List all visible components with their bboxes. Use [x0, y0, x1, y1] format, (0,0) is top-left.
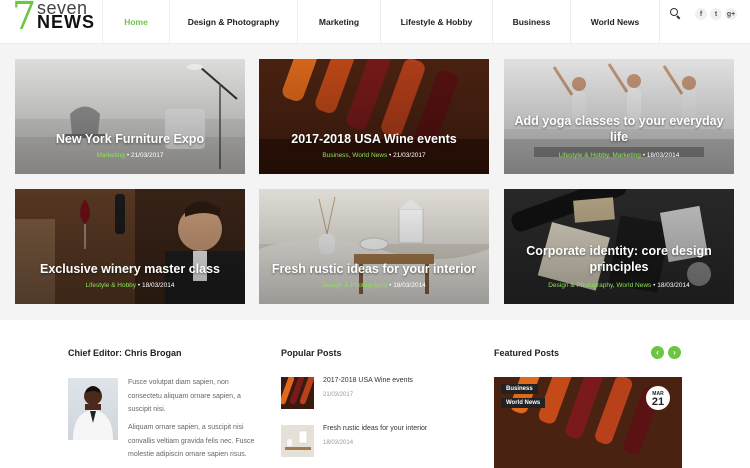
popular-post-title[interactable]: Fresh rustic ideas for your interior: [323, 425, 427, 432]
post-date: 18/03/2014: [393, 282, 426, 289]
featured-date-day: 21: [651, 396, 665, 408]
editor-widget-title: Chief Editor: Chris Brogan: [68, 348, 182, 358]
editor-avatar: [68, 378, 118, 440]
featured-badge-world-news[interactable]: World News: [501, 398, 546, 408]
facebook-icon[interactable]: f: [695, 8, 707, 20]
nav-divider: [659, 0, 660, 44]
featured-date-badge: MAR 21: [646, 386, 670, 410]
main-nav: Home Design & Photography Marketing Life…: [102, 0, 659, 44]
featured-prev-button[interactable]: ‹: [651, 346, 664, 359]
post-title[interactable]: Exclusive winery master class: [23, 261, 237, 277]
post-meta: Lifestyle & Hobby, Marketing • 18/03/201…: [504, 152, 734, 159]
post-date: 18/03/2014: [646, 152, 680, 159]
post-card-corporate-identity[interactable]: Corporate identity: core design principl…: [504, 189, 734, 304]
post-title[interactable]: Corporate identity: core design principl…: [512, 243, 726, 275]
header-icons: f t g+: [670, 7, 740, 21]
featured-next-button[interactable]: ›: [668, 346, 681, 359]
post-category[interactable]: Marketing: [97, 152, 126, 159]
featured-badge-business[interactable]: Business: [501, 384, 538, 394]
post-category[interactable]: Design & Photography: [322, 282, 387, 289]
post-title[interactable]: 2017-2018 USA Wine events: [267, 131, 481, 147]
popular-widget-title: Popular Posts: [281, 348, 342, 358]
nav-design-photography[interactable]: Design & Photography: [169, 0, 297, 44]
nav-home[interactable]: Home: [102, 0, 169, 44]
post-category[interactable]: Lifestyle & Hobby: [85, 282, 136, 289]
twitter-icon[interactable]: t: [710, 8, 722, 20]
post-date: 18/03/2014: [657, 282, 690, 289]
post-grid: New York Furniture Expo Marketing • 21/0…: [0, 44, 750, 320]
googleplus-icon[interactable]: g+: [725, 8, 737, 20]
editor-bio-2: Aliquam ornare sapien, a suscipit nisi c…: [128, 424, 255, 458]
featured-post-slide[interactable]: Business World News MAR 21: [494, 377, 682, 468]
post-card-furniture-expo[interactable]: New York Furniture Expo Marketing • 21/0…: [15, 59, 245, 174]
nav-business[interactable]: Business: [492, 0, 570, 44]
post-card-rustic-interior[interactable]: Fresh rustic ideas for your interior Des…: [259, 189, 489, 304]
nav-lifestyle-hobby[interactable]: Lifestyle & Hobby: [380, 0, 492, 44]
post-category[interactable]: Lifestyle & Hobby, Marketing: [559, 152, 641, 159]
post-meta: Design & Photography, World News • 18/03…: [504, 282, 734, 289]
post-meta: Marketing • 21/03/2017: [15, 152, 245, 159]
logo-word-news: NEWS: [37, 12, 95, 32]
post-meta: Design & Photography • 18/03/2014: [259, 282, 489, 289]
post-card-yoga-classes[interactable]: Add yoga classes to your everyday life L…: [504, 59, 734, 174]
post-title[interactable]: Add yoga classes to your everyday life: [512, 113, 726, 145]
featured-widget-title: Featured Posts: [494, 348, 560, 358]
post-title[interactable]: New York Furniture Expo: [23, 131, 237, 147]
post-date: 21/03/2017: [393, 152, 426, 159]
popular-post-date: 18/03/2014: [323, 440, 354, 446]
site-logo[interactable]: 7 seven NEWS: [12, 0, 102, 40]
popular-thumb-wine[interactable]: [281, 377, 314, 409]
search-icon[interactable]: [670, 8, 682, 20]
popular-thumb-interior[interactable]: [281, 425, 314, 457]
logo-number: 7: [12, 0, 37, 38]
post-meta: Lifestyle & Hobby • 18/03/2014: [15, 282, 245, 289]
site-header: 7 seven NEWS Home Design & Photography M…: [0, 0, 750, 44]
popular-post-date: 21/03/2017: [323, 392, 354, 398]
post-date: 18/03/2014: [141, 282, 175, 289]
post-card-wine-events[interactable]: 2017-2018 USA Wine events Business, Worl…: [259, 59, 489, 174]
post-card-winery-master-class[interactable]: Exclusive winery master class Lifestyle …: [15, 189, 245, 304]
editor-bio-1: Fusce volutpat diam sapien, non consecte…: [128, 379, 241, 413]
nav-marketing[interactable]: Marketing: [297, 0, 380, 44]
popular-post-title[interactable]: 2017-2018 USA Wine events: [323, 377, 413, 384]
post-category[interactable]: Business, World News: [322, 152, 387, 159]
nav-world-news[interactable]: World News: [570, 0, 659, 44]
post-category[interactable]: Design & Photography, World News: [548, 282, 651, 289]
post-date: 21/03/2017: [130, 152, 164, 159]
post-title[interactable]: Fresh rustic ideas for your interior: [267, 261, 481, 277]
post-meta: Business, World News • 21/03/2017: [259, 152, 489, 159]
